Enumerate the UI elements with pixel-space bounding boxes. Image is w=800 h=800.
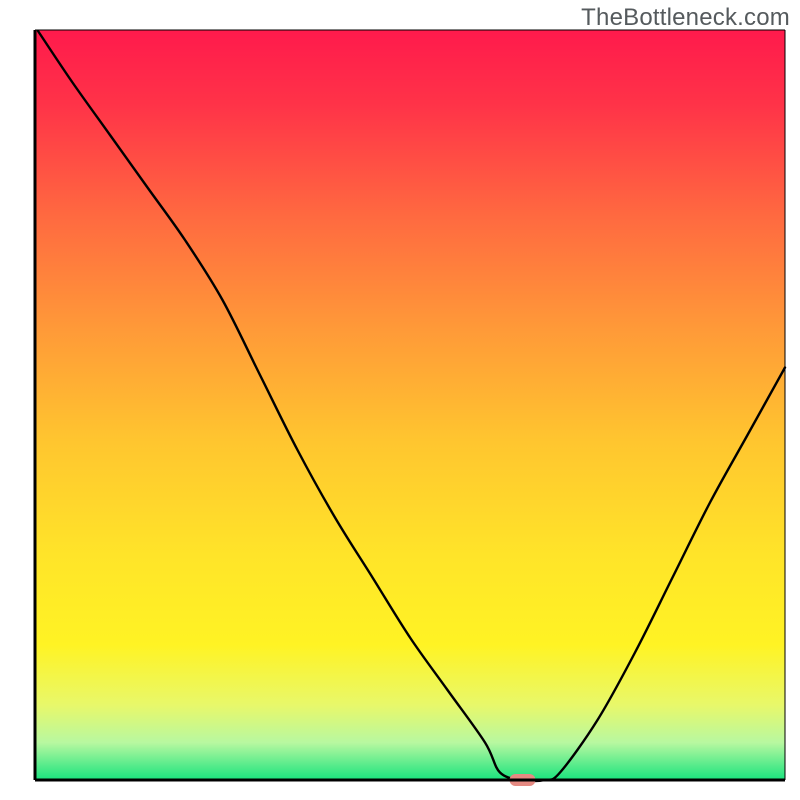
plot-background <box>35 30 785 780</box>
bottleneck-chart <box>0 0 800 800</box>
watermark-text: TheBottleneck.com <box>581 4 790 32</box>
